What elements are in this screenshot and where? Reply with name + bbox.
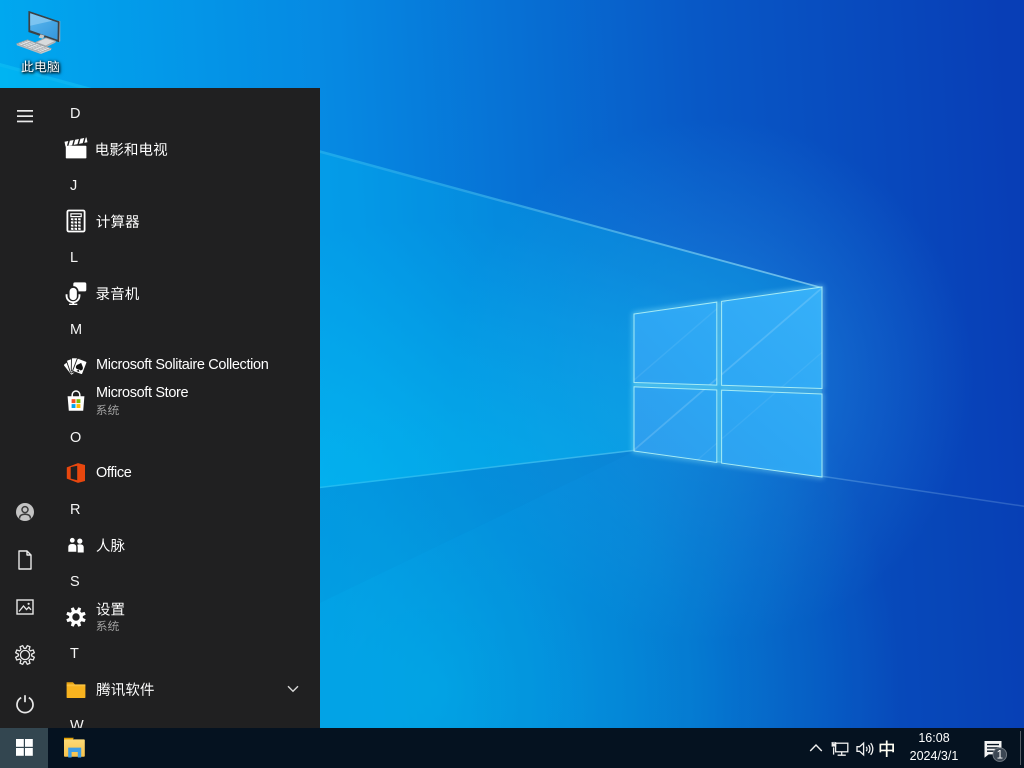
svg-text:1: 1 (997, 750, 1003, 762)
